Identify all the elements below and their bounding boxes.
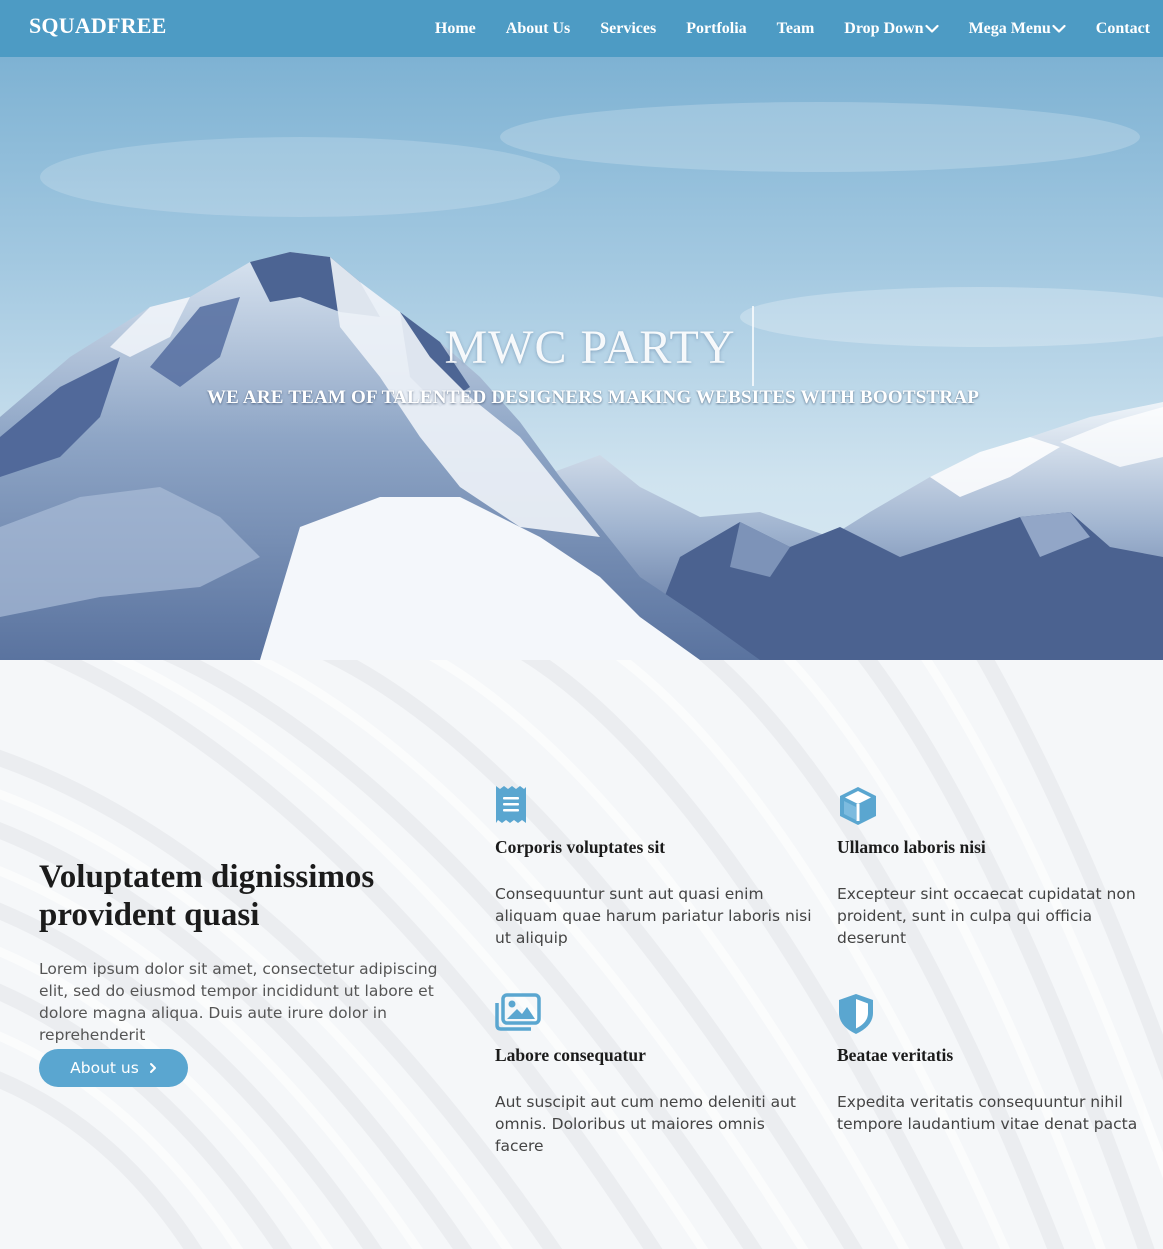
- hero-subtitle: WE ARE TEAM OF TALENTED DESIGNERS MAKING…: [206, 387, 980, 408]
- nav-item-label: Drop Down: [844, 19, 924, 37]
- images-icon: [495, 993, 541, 1031]
- about-us-button-label: About us: [70, 1059, 139, 1077]
- nav-item-drop-down[interactable]: Drop Down: [844, 19, 939, 38]
- feature-text: Aut suscipit aut cum nemo deleniti aut o…: [495, 1093, 797, 1155]
- feature-text: Excepteur sint occaecat cupidatat non pr…: [837, 885, 1136, 947]
- nav-item-label: Portfolia: [686, 19, 747, 37]
- features-section: Voluptatem dignissimos provident quasi L…: [0, 660, 1163, 1249]
- hero-title: MWC PARTY: [444, 321, 736, 374]
- chevron-down-icon: [1052, 24, 1066, 33]
- feature-title: Ullamco laboris nisi: [837, 837, 986, 857]
- feature-title: Labore consequatur: [495, 1045, 646, 1065]
- feature-text: Consequuntur sunt aut quasi enim aliquam…: [495, 885, 812, 947]
- brand-logo[interactable]: SQUADFREE: [29, 13, 167, 39]
- nav-item-services[interactable]: Services: [600, 20, 656, 38]
- nav-item-label: Services: [600, 19, 657, 37]
- nav-item-contact[interactable]: Contact: [1096, 20, 1150, 38]
- nav-item-home[interactable]: Home: [435, 20, 476, 38]
- nav-item-about-us[interactable]: About Us: [506, 20, 570, 38]
- top-navbar: SQUADFREE Home About Us Services Portfol…: [0, 0, 1163, 57]
- chevron-right-icon: [149, 1062, 157, 1074]
- nav-item-portfolia[interactable]: Portfolia: [686, 20, 746, 38]
- nav-item-mega-menu[interactable]: Mega Menu: [969, 20, 1066, 38]
- nav-item-label: About Us: [505, 19, 571, 37]
- typing-cursor: [752, 306, 754, 386]
- feature-title: Beatae veritatis: [837, 1045, 954, 1065]
- hero-section: MWC PARTY WE ARE TEAM OF TALENTED DESIGN…: [0, 57, 1163, 660]
- receipt-icon: [496, 786, 526, 823]
- nav-item-label: Contact: [1095, 19, 1150, 37]
- nav-item-label: Home: [434, 19, 476, 37]
- about-us-button[interactable]: About us: [39, 1049, 188, 1087]
- feature-text: Expedita veritatis consequuntur nihil te…: [837, 1093, 1138, 1133]
- nav-item-label: Team: [776, 19, 815, 37]
- nav-item-label: Mega Menu: [968, 19, 1051, 37]
- about-title: Voluptatem dignissimos provident quasi: [39, 859, 375, 933]
- cube-icon: [840, 787, 876, 825]
- main-nav: Home About Us Services Portfolia Team Dr…: [405, 0, 1163, 57]
- feature-title: Corporis voluptates sit: [495, 837, 666, 857]
- chevron-down-icon: [924, 24, 939, 33]
- nav-item-team[interactable]: Team: [777, 20, 815, 38]
- about-text: Lorem ipsum dolor sit amet, consectetur …: [39, 960, 438, 1044]
- wave-background: [0, 660, 1163, 1249]
- shield-icon: [839, 994, 873, 1034]
